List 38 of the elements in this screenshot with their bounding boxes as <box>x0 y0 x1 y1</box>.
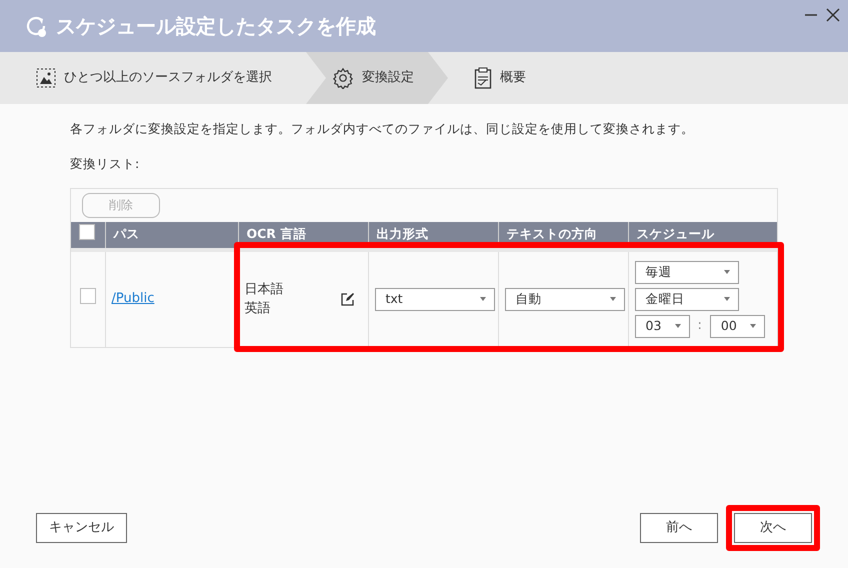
caret-icon <box>480 297 486 301</box>
close-icon[interactable] <box>826 8 840 22</box>
list-label: 変換リスト: <box>70 154 140 173</box>
dropdown[interactable]: 00 <box>710 314 765 338</box>
edit-icon[interactable] <box>340 292 354 306</box>
dropdown[interactable]: 毎週 <box>634 260 738 284</box>
dropdown[interactable]: 金曜日 <box>634 288 738 310</box>
caret-icon <box>674 324 680 328</box>
column-header: パス <box>114 226 140 242</box>
path-link[interactable]: /Public <box>112 291 154 306</box>
language-text: 日本語 <box>244 280 284 298</box>
column-header: テキストの方向 <box>506 226 598 242</box>
column-header: 出力形式 <box>376 226 428 242</box>
window-title: スケジュール設定したタスクを作成 <box>56 13 376 40</box>
column-header: OCR 言語 <box>246 226 306 242</box>
step-clipboard-icon <box>474 67 492 89</box>
step-gear-icon <box>332 67 354 89</box>
footer-button[interactable]: 前へ <box>640 513 718 543</box>
footer-button[interactable]: キャンセル <box>36 513 127 543</box>
dropdown[interactable]: 03 <box>634 314 690 338</box>
select-all-checkbox[interactable] <box>79 224 95 240</box>
wizard-step-tab[interactable]: 変換設定 <box>306 52 448 104</box>
footer-button[interactable]: 次へ <box>734 513 812 543</box>
caret-icon <box>750 324 756 328</box>
row-checkbox[interactable] <box>80 288 96 304</box>
language-text: 英語 <box>244 300 272 318</box>
wizard-step-tab[interactable]: ひとつ以上のソースフォルダを選択 <box>0 52 306 104</box>
refresh-icon <box>24 14 48 38</box>
caret-icon <box>610 297 616 301</box>
dropdown[interactable]: txt <box>374 288 494 310</box>
wizard-step-tab[interactable]: 概要 <box>448 52 560 104</box>
caret-icon <box>724 297 730 301</box>
caret-icon <box>724 270 730 274</box>
description-text: 各フォルダに変換設定を指定します。フォルダ内すべてのファイルは、同じ設定を使用して変換されます。 <box>70 120 695 138</box>
time-separator: : <box>698 317 702 336</box>
step-folder-icon <box>36 68 56 88</box>
column-header: スケジュール <box>636 226 714 242</box>
dropdown[interactable]: 自動 <box>504 288 624 310</box>
